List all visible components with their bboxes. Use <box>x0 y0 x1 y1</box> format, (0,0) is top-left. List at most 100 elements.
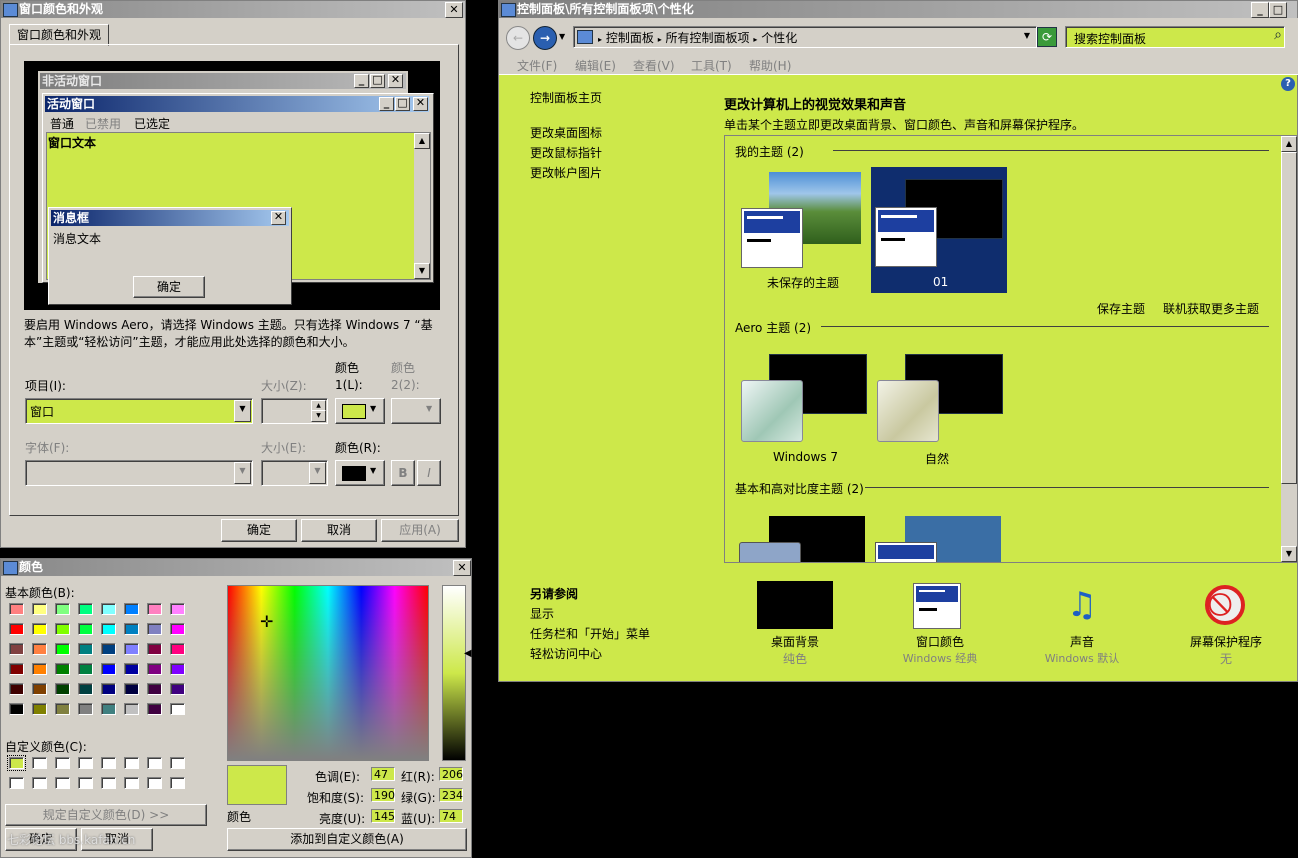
custom-color-swatch[interactable] <box>7 755 26 771</box>
basic-color-swatch[interactable] <box>55 703 70 715</box>
basic-color-swatch[interactable] <box>55 603 70 615</box>
basic-color-swatch[interactable] <box>170 643 185 655</box>
color2-button[interactable]: ▼ <box>391 398 441 424</box>
ok-button[interactable]: 确定 <box>221 519 297 542</box>
sat-input[interactable]: 190 <box>371 788 395 802</box>
custom-color-swatch[interactable] <box>147 757 162 769</box>
blue-input[interactable]: 74 <box>439 809 463 823</box>
basic-color-swatch[interactable] <box>101 703 116 715</box>
sidebar-desktop-icons-link[interactable]: 更改桌面图标 <box>530 124 602 141</box>
custom-color-swatch[interactable] <box>170 777 185 789</box>
color-spectrum[interactable]: ✛ <box>227 585 429 761</box>
basic-color-swatch[interactable] <box>55 643 70 655</box>
custom-color-swatch[interactable] <box>78 757 93 769</box>
basic-color-swatch[interactable] <box>32 603 47 615</box>
close-icon[interactable]: ✕ <box>453 560 471 576</box>
minimize-icon[interactable]: _ <box>1251 2 1269 18</box>
cancel-button[interactable]: 取消 <box>301 519 377 542</box>
sidebar-account-picture-link[interactable]: 更改帐户图片 <box>530 164 602 181</box>
basic-color-swatch[interactable] <box>32 703 47 715</box>
menu-view[interactable]: 查看(V) <box>633 57 675 74</box>
basic-color-swatch[interactable] <box>55 683 70 695</box>
basic-color-swatch[interactable] <box>170 623 185 635</box>
basic-color-swatch[interactable] <box>101 603 116 615</box>
basic-color-swatch[interactable] <box>9 603 24 615</box>
basic-color-swatch[interactable] <box>9 663 24 675</box>
basic-color-swatch[interactable] <box>78 623 93 635</box>
basic-color-swatch[interactable] <box>124 603 139 615</box>
history-dropdown-icon[interactable]: ▼ <box>559 32 565 41</box>
font-color-button[interactable]: ▼ <box>335 460 385 486</box>
define-custom-button[interactable]: 规定自定义颜色(D) >> <box>5 804 207 826</box>
custom-color-swatch[interactable] <box>9 777 24 789</box>
close-icon[interactable]: ✕ <box>445 2 463 18</box>
theme-windows7[interactable]: Windows 7 <box>739 346 869 464</box>
basic-color-swatch[interactable] <box>170 663 185 675</box>
basic-color-swatch[interactable] <box>124 623 139 635</box>
theme-01[interactable]: 01 <box>871 167 1007 293</box>
font-select[interactable]: ▼ <box>25 460 253 486</box>
basic-color-swatch[interactable] <box>170 703 185 715</box>
breadcrumb-item[interactable]: 个性化 <box>761 31 797 45</box>
screensaver-item[interactable]: ⃠ 屏幕保护程序 无 <box>1179 581 1273 667</box>
custom-color-swatch[interactable] <box>170 757 185 769</box>
basic-color-swatch[interactable] <box>32 643 47 655</box>
basic-color-swatch[interactable] <box>55 623 70 635</box>
basic-color-swatch[interactable] <box>78 703 93 715</box>
chevron-down-icon[interactable]: ▼ <box>234 400 251 422</box>
custom-color-swatch[interactable] <box>147 777 162 789</box>
refresh-icon[interactable]: ⟳ <box>1037 27 1057 47</box>
basic-color-swatch[interactable] <box>32 623 47 635</box>
custom-color-swatch[interactable] <box>124 777 139 789</box>
basic-color-swatch[interactable] <box>9 643 24 655</box>
green-input[interactable]: 234 <box>439 788 463 802</box>
basic-color-swatch[interactable] <box>147 623 162 635</box>
custom-color-swatch[interactable] <box>32 777 47 789</box>
basic-color-swatch[interactable] <box>147 703 162 715</box>
apply-button[interactable]: 应用(A) <box>381 519 459 542</box>
hue-input[interactable]: 47 <box>371 767 395 781</box>
search-icon[interactable]: ⌕ <box>1274 27 1282 43</box>
basic-color-swatch[interactable] <box>124 643 139 655</box>
basic-color-swatch[interactable] <box>147 643 162 655</box>
basic-color-swatch[interactable] <box>147 683 162 695</box>
appearance-titlebar[interactable]: 窗口颜色和外观 <box>1 1 465 18</box>
basic-color-swatch[interactable] <box>147 663 162 675</box>
basic-color-swatch[interactable] <box>78 643 93 655</box>
see-also-ease-access-link[interactable]: 轻松访问中心 <box>530 645 602 662</box>
menu-edit[interactable]: 编辑(E) <box>575 57 616 74</box>
basic-color-swatch[interactable] <box>55 663 70 675</box>
address-bar[interactable]: ▸ 控制面板 ▸ 所有控制面板项 ▸ 个性化 ▼ <box>573 26 1037 48</box>
tab-window-color[interactable]: 窗口颜色和外观 <box>9 24 109 46</box>
italic-button[interactable]: I <box>417 460 441 486</box>
chevron-down-icon[interactable]: ▼ <box>234 462 251 484</box>
see-also-taskbar-link[interactable]: 任务栏和「开始」菜单 <box>530 625 650 642</box>
menu-tools[interactable]: 工具(T) <box>691 57 732 74</box>
basic-color-swatch[interactable] <box>124 663 139 675</box>
search-input[interactable]: 搜索控制面板 ⌕ <box>1065 26 1285 48</box>
basic-color-swatch[interactable] <box>78 603 93 615</box>
maximize-icon[interactable]: □ <box>1269 2 1287 18</box>
custom-color-swatch[interactable] <box>55 757 70 769</box>
basic-color-swatch[interactable] <box>9 703 24 715</box>
basic-color-swatch[interactable] <box>124 683 139 695</box>
scroll-down-icon[interactable]: ▼ <box>1281 546 1297 562</box>
basic-color-swatch[interactable] <box>32 663 47 675</box>
menu-help[interactable]: 帮助(H) <box>749 57 791 74</box>
chevron-down-icon[interactable]: ▼ <box>1024 31 1030 40</box>
menu-file[interactable]: 文件(F) <box>517 57 557 74</box>
basic-color-swatch[interactable] <box>101 623 116 635</box>
basic-color-swatch[interactable] <box>170 603 185 615</box>
basic-color-swatch[interactable] <box>78 663 93 675</box>
item-select[interactable]: 窗口 ▼ <box>25 398 253 424</box>
basic-color-swatch[interactable] <box>101 663 116 675</box>
get-more-themes-link[interactable]: 联机获取更多主题 <box>1163 300 1259 317</box>
basic-color-swatch[interactable] <box>78 683 93 695</box>
cp-titlebar[interactable]: 控制面板\所有控制面板项\个性化 <box>499 1 1297 18</box>
luminance-pointer-icon[interactable]: ◀ <box>464 648 472 659</box>
save-theme-link[interactable]: 保存主题 <box>1097 300 1145 317</box>
custom-color-swatch[interactable] <box>101 757 116 769</box>
custom-color-swatch[interactable] <box>78 777 93 789</box>
scroll-thumb[interactable] <box>1281 152 1297 484</box>
font-size-select[interactable]: ▼ <box>261 460 328 486</box>
